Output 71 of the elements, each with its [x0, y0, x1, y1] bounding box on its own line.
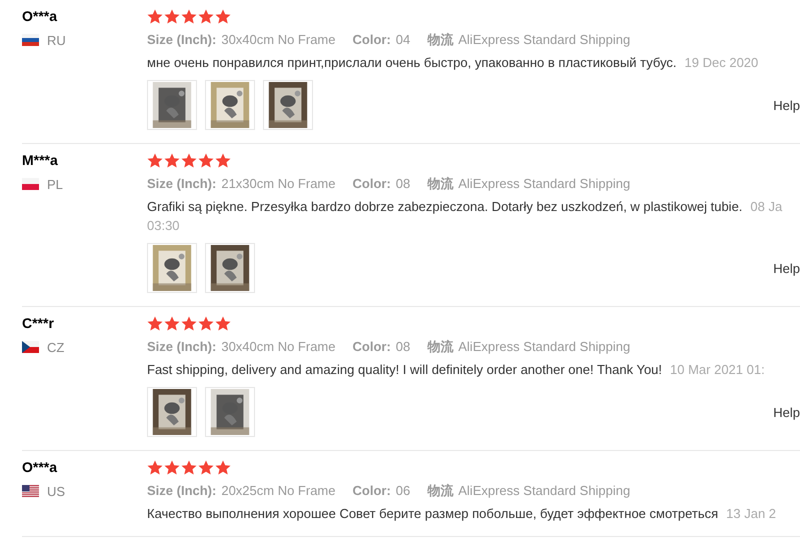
star-icon: [198, 8, 214, 24]
size-label: Size (Inch):: [147, 482, 216, 500]
star-icon: [215, 152, 231, 168]
shipping-label: 物流: [427, 31, 454, 49]
shipping-value: AliExpress Standard Shipping: [458, 482, 630, 500]
star-icon: [181, 8, 197, 24]
color-label: Color:: [352, 482, 391, 500]
shipping-label: 物流: [427, 338, 454, 356]
color-value: 08: [396, 175, 410, 193]
review-text: Качество выполнения хорошее Совет берите размер побольше, будет эффектное смотреться: [147, 506, 718, 521]
helpful-link[interactable]: Help: [773, 98, 800, 112]
review-text: мне очень понравился принт,прислали очень быстро, упакованно в пластиковый тубус.: [147, 55, 677, 70]
star-icon: [181, 460, 197, 474]
size-label: Size (Inch):: [147, 175, 216, 193]
size-value: 20x25cm No Frame: [221, 482, 336, 500]
star-icon: [147, 460, 163, 474]
reviewer-name: O***a: [22, 7, 58, 26]
star-icon: [164, 460, 180, 474]
star-icon: [164, 152, 180, 168]
star-icon: [164, 316, 180, 330]
shipping-value: AliExpress Standard Shipping: [458, 175, 630, 193]
photo-thumbnail[interactable]: [205, 243, 255, 293]
size-value: 21x30cm No Frame: [221, 175, 336, 193]
photo-thumbnail[interactable]: [147, 243, 197, 293]
star-icon: [198, 152, 214, 168]
size-label: Size (Inch):: [147, 31, 216, 49]
reviewer-name: C***r: [22, 314, 55, 333]
size-value: 30x40cm No Frame: [221, 31, 336, 49]
helpful-link[interactable]: Help: [773, 404, 800, 420]
shipping-value: AliExpress Standard Shipping: [458, 338, 630, 356]
star-icon: [215, 8, 231, 24]
helpful-link[interactable]: Help: [773, 260, 800, 276]
color-value: 08: [396, 338, 410, 356]
review-date: 08 Ja: [750, 199, 782, 214]
country-code: PL: [47, 176, 63, 192]
shipping-value: AliExpress Standard Shipping: [458, 31, 630, 49]
color-label: Color:: [352, 175, 391, 193]
star-icon: [198, 316, 214, 330]
star-icon: [198, 460, 214, 474]
photo-thumbnail[interactable]: [147, 387, 197, 437]
star-icon: [215, 316, 231, 330]
photo-thumbnail[interactable]: [205, 387, 255, 437]
star-icon: [181, 316, 197, 330]
country-code: CZ: [47, 340, 64, 354]
photo-thumbnail[interactable]: [205, 80, 255, 130]
review-date: 19 Dec 2020: [684, 55, 758, 70]
review-date: 10 Mar 2021 01:: [670, 362, 765, 377]
size-value: 30x40cm No Frame: [221, 338, 336, 356]
shipping-label: 物流: [427, 482, 454, 500]
star-icon: [147, 152, 163, 168]
size-label: Size (Inch):: [147, 338, 216, 356]
review-time: 03:30: [147, 217, 181, 235]
star-icon: [181, 152, 197, 168]
reviewer-name: M***a: [22, 151, 59, 170]
reviewer-name: O***a: [22, 458, 58, 477]
color-label: Color:: [352, 31, 391, 49]
star-icon: [147, 316, 163, 330]
photo-thumbnail[interactable]: [263, 80, 313, 130]
star-icon: [215, 460, 231, 474]
review-date: 13 Jan 2: [726, 506, 776, 521]
country-code: RU: [47, 32, 66, 48]
color-value: 06: [396, 482, 410, 500]
shipping-label: 物流: [427, 175, 454, 193]
country-code: US: [47, 484, 66, 498]
review-text: Grafiki są piękne. Przesyłka bardzo dobrze zabezpieczona. Dotarły bez uszkodzeń, w plastikowej tubie.: [147, 199, 742, 214]
star-icon: [164, 8, 180, 24]
photo-thumbnail[interactable]: [147, 80, 197, 130]
star-icon: [147, 8, 163, 24]
color-label: Color:: [352, 338, 391, 356]
review-text: Fast shipping, delivery and amazing quality! I will definitely order another one! Thank You!: [147, 362, 662, 377]
color-value: 04: [396, 31, 410, 49]
